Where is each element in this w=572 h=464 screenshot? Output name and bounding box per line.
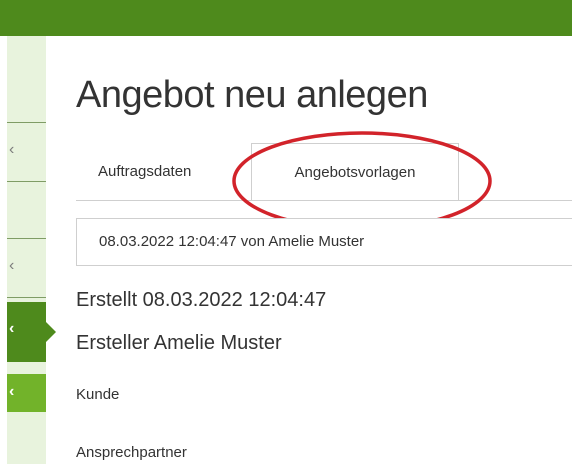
top-bar: [0, 0, 572, 36]
sidebar-item-2[interactable]: ‹: [7, 238, 46, 298]
chevron-left-icon: ‹: [9, 383, 15, 400]
template-select[interactable]: 08.03.2022 12:04:47 von Amelie Muster: [76, 218, 572, 266]
ansprechpartner-label: Ansprechpartner: [76, 444, 187, 461]
created-info: Erstellt 08.03.2022 12:04:47: [76, 289, 327, 311]
creator-info: Ersteller Amelie Muster: [76, 332, 282, 354]
chevron-left-icon: ‹: [9, 320, 15, 337]
chevron-left-icon: ‹: [9, 257, 15, 274]
sidebar-item-4[interactable]: ‹: [7, 374, 46, 412]
sidebar-item-active[interactable]: ‹: [7, 302, 56, 362]
template-select-value: 08.03.2022 12:04:47 von Amelie Muster: [99, 233, 365, 250]
tabs-divider: [76, 200, 572, 201]
tab-angebotsvorlagen[interactable]: Angebotsvorlagen: [251, 143, 459, 201]
tab-auftragsdaten[interactable]: Auftragsdaten: [98, 143, 191, 200]
chevron-left-icon: ‹: [9, 141, 15, 158]
sidebar-item-1[interactable]: ‹: [7, 122, 46, 182]
kunde-label: Kunde: [76, 386, 120, 403]
page-title: Angebot neu anlegen: [76, 74, 428, 116]
